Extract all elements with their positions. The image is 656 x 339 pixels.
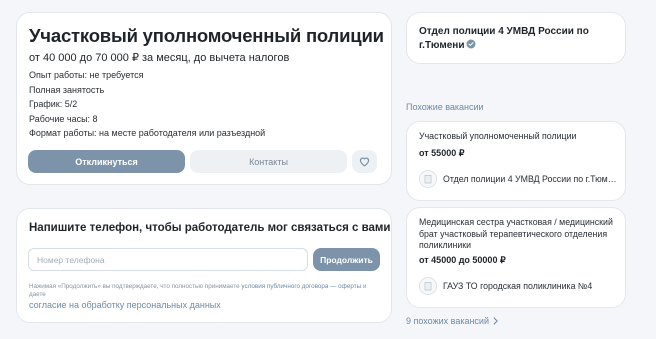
verified-check-icon — [466, 39, 476, 49]
experience-detail: Опыт работы: не требуется — [29, 70, 144, 80]
similar-vacancy-company: ГАУЗ ТО городская поликлиника №4 — [443, 281, 593, 291]
similar-vacancy-salary: от 55000 ₽ — [419, 148, 465, 158]
chevron-right-icon — [493, 317, 498, 325]
more-similar-vacancies-link[interactable]: 9 похожих вакансий — [406, 316, 499, 326]
similar-vacancies-heading: Похожие вакансии — [406, 102, 484, 112]
hours-detail: Рабочие часы: 8 — [29, 114, 98, 124]
building-icon — [424, 282, 432, 291]
company-logo — [419, 170, 437, 188]
employment-detail: Полная занятость — [29, 85, 105, 95]
legal-notice: Нажимая «Продолжить» вы подтверждаете, ч… — [29, 283, 384, 299]
similar-vacancy-title[interactable]: Участковый уполномоченный полиции — [419, 131, 617, 143]
similar-vacancy-card[interactable]: Медицинская сестра участковая / медицинс… — [406, 207, 626, 308]
employer-name[interactable]: Отдел полиции 4 УМВД России по г.Тюмени — [419, 26, 589, 51]
phone-input[interactable] — [28, 248, 308, 271]
vacancy-salary: от 40 000 до 70 000 ₽ за месяц, до вычет… — [29, 52, 290, 64]
similar-vacancy-title[interactable]: Медицинская сестра участковая / медицинс… — [419, 217, 617, 252]
employer-name-container[interactable]: Отдел полиции 4 УМВД России по г.Тюмени — [419, 25, 609, 53]
vacancy-card: Участковый уполномоченный полиции от 40 … — [16, 12, 392, 185]
similar-vacancy-company: Отдел полиции 4 УМВД России по г.Тюмени — [443, 174, 618, 184]
similar-vacancy-card[interactable]: Участковый уполномоченный полиции от 550… — [406, 121, 626, 201]
similar-vacancy-salary: от 45000 до 50000 ₽ — [419, 255, 506, 265]
contacts-button[interactable]: Контакты — [190, 150, 347, 173]
building-icon — [424, 175, 432, 184]
favorite-button[interactable] — [352, 150, 377, 173]
vacancy-title: Участковый уполномоченный полиции — [29, 25, 384, 46]
company-logo — [419, 277, 437, 295]
offer-terms-link[interactable]: условия публичного договора — оферты — [241, 283, 361, 290]
personal-data-consent-link[interactable]: согласие на обработку персональных данны… — [29, 300, 221, 310]
work-format-detail: Формат работы: на месте работодателя или… — [29, 128, 266, 138]
phone-form-title: Напишите телефон, чтобы работодатель мог… — [29, 222, 391, 234]
legal-prefix: Нажимая «Продолжить» вы подтверждаете, ч… — [29, 283, 242, 290]
respond-button[interactable]: Откликнуться — [28, 150, 185, 173]
employer-card: Отдел полиции 4 УМВД России по г.Тюмени — [406, 12, 626, 64]
schedule-detail: График: 5/2 — [29, 99, 78, 109]
more-similar-label: 9 похожих вакансий — [406, 316, 489, 326]
phone-form-card: Напишите телефон, чтобы работодатель мог… — [16, 208, 392, 323]
heart-icon — [359, 157, 370, 167]
continue-button[interactable]: Продолжить — [313, 248, 380, 271]
